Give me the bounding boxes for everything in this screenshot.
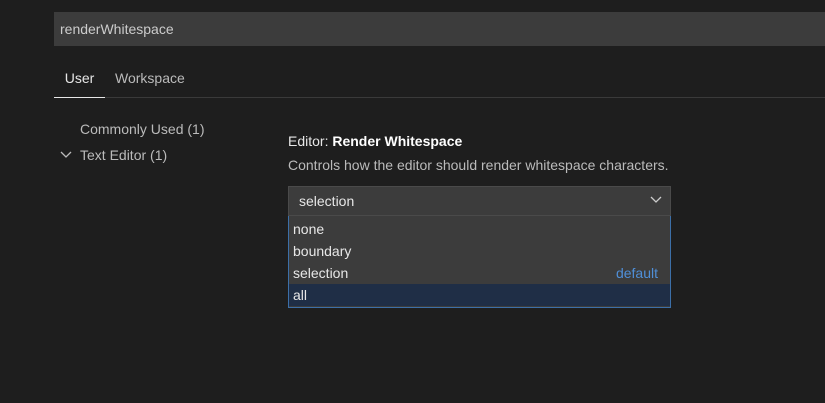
option-boundary[interactable]: boundary bbox=[289, 240, 670, 262]
settings-toc: Commonly Used (1) Text Editor (1) bbox=[60, 118, 260, 170]
tab-user[interactable]: User bbox=[54, 58, 105, 98]
select-value: selection bbox=[299, 193, 355, 209]
tab-workspace[interactable]: Workspace bbox=[115, 58, 185, 98]
option-label: none bbox=[293, 221, 325, 237]
chevron-down-icon[interactable] bbox=[60, 150, 72, 160]
default-tag: default bbox=[615, 265, 658, 281]
settings-tabs: User Workspace bbox=[54, 58, 825, 98]
search-bar[interactable] bbox=[54, 12, 825, 46]
settings-page: User Workspace Commonly Used (1) Text Ed… bbox=[0, 0, 825, 403]
option-none[interactable]: none bbox=[289, 218, 670, 240]
option-label: boundary bbox=[293, 243, 352, 259]
toc-item-label: Text Editor (1) bbox=[80, 147, 168, 163]
chevron-down-icon bbox=[650, 196, 662, 203]
render-whitespace-select[interactable]: selection bbox=[288, 186, 671, 216]
select-dropdown-list: none boundary selection default all bbox=[288, 216, 671, 308]
setting-category: Editor: bbox=[288, 133, 333, 149]
option-label: all bbox=[293, 287, 308, 303]
setting-render-whitespace: Editor: Render Whitespace Controls how t… bbox=[288, 130, 808, 308]
toc-item-commonly-used[interactable]: Commonly Used (1) bbox=[60, 118, 260, 144]
setting-description: Controls how the editor should render wh… bbox=[288, 157, 669, 173]
option-selection[interactable]: selection default bbox=[289, 262, 670, 284]
toc-item-text-editor[interactable]: Text Editor (1) bbox=[60, 144, 260, 170]
setting-label: Render Whitespace bbox=[332, 133, 463, 149]
setting-title: Editor: Render Whitespace bbox=[288, 130, 808, 152]
toc-item-label: Commonly Used (1) bbox=[80, 121, 205, 137]
option-label: selection bbox=[293, 265, 349, 281]
search-input[interactable] bbox=[60, 21, 825, 37]
option-all[interactable]: all bbox=[289, 284, 670, 306]
